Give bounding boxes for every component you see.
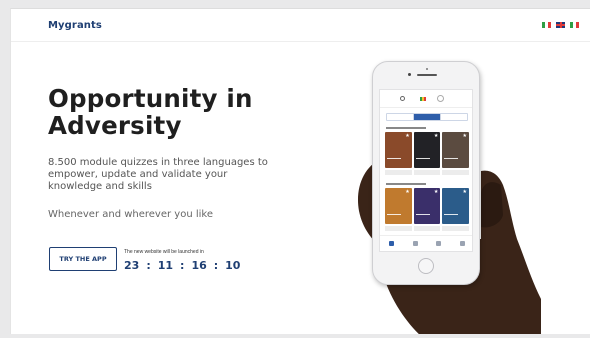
home-button <box>418 258 434 274</box>
course-card: ★ <box>442 132 470 168</box>
countdown-seconds: 10 <box>225 259 241 272</box>
app-screen: ★ ★ ★ ★ ★ ★ <box>379 89 473 252</box>
hero-tagline: Whenever and wherever you like <box>48 209 213 220</box>
home-icon <box>389 241 395 246</box>
countdown-separator: : <box>146 259 151 272</box>
calendar-icon <box>459 241 465 246</box>
countdown-separator: : <box>213 259 219 272</box>
flag-icon-italian[interactable] <box>542 22 551 28</box>
star-icon: ★ <box>462 189 468 195</box>
hero-description: 8.500 module quizzes in three languages … <box>48 157 268 192</box>
launch-note: The new website will be launched in <box>124 249 204 255</box>
star-icon: ★ <box>433 133 439 139</box>
star-icon: ★ <box>433 189 439 195</box>
course-card: ★ <box>385 132 412 168</box>
flag-icon <box>420 97 426 101</box>
countdown-separator: : <box>180 259 185 272</box>
star-icon: ★ <box>405 189 410 195</box>
avatar-icon <box>437 95 444 102</box>
app-navbar <box>380 235 472 251</box>
course-card: ★ <box>413 132 441 168</box>
star-icon: ★ <box>405 133 410 139</box>
brand-logo[interactable]: Mygrants <box>48 20 102 31</box>
language-switcher <box>542 22 579 28</box>
document-icon <box>436 241 442 246</box>
hero-title: Opportunity in Adversity <box>48 84 253 140</box>
course-card: ★ <box>442 188 470 224</box>
card-row-2: ★ ★ ★ <box>385 188 470 224</box>
course-card: ★ <box>385 188 412 224</box>
page: Mygrants Opportunity in Adversity 8.500 … <box>10 8 590 334</box>
flag-icon-english[interactable] <box>556 22 565 28</box>
card-row-1: ★ ★ ★ <box>385 132 470 168</box>
flag-icon-italian-2[interactable] <box>570 22 579 28</box>
chart-icon <box>412 241 418 246</box>
countdown-timer: 23 : 11 : 16 : 10 <box>124 259 240 272</box>
countdown-days: 23 <box>124 259 140 272</box>
countdown-hours: 11 <box>157 259 174 272</box>
countdown-minutes: 16 <box>191 259 207 272</box>
star-icon: ★ <box>462 133 468 139</box>
app-tabs <box>386 113 468 121</box>
top-bar: Mygrants <box>11 9 590 42</box>
try-the-app-button[interactable]: TRY THE APP <box>49 247 117 271</box>
course-card: ★ <box>413 188 441 224</box>
camera-icon <box>408 73 411 76</box>
phone-mockup: ★ ★ ★ ★ ★ ★ <box>372 61 480 285</box>
search-icon <box>400 96 405 101</box>
